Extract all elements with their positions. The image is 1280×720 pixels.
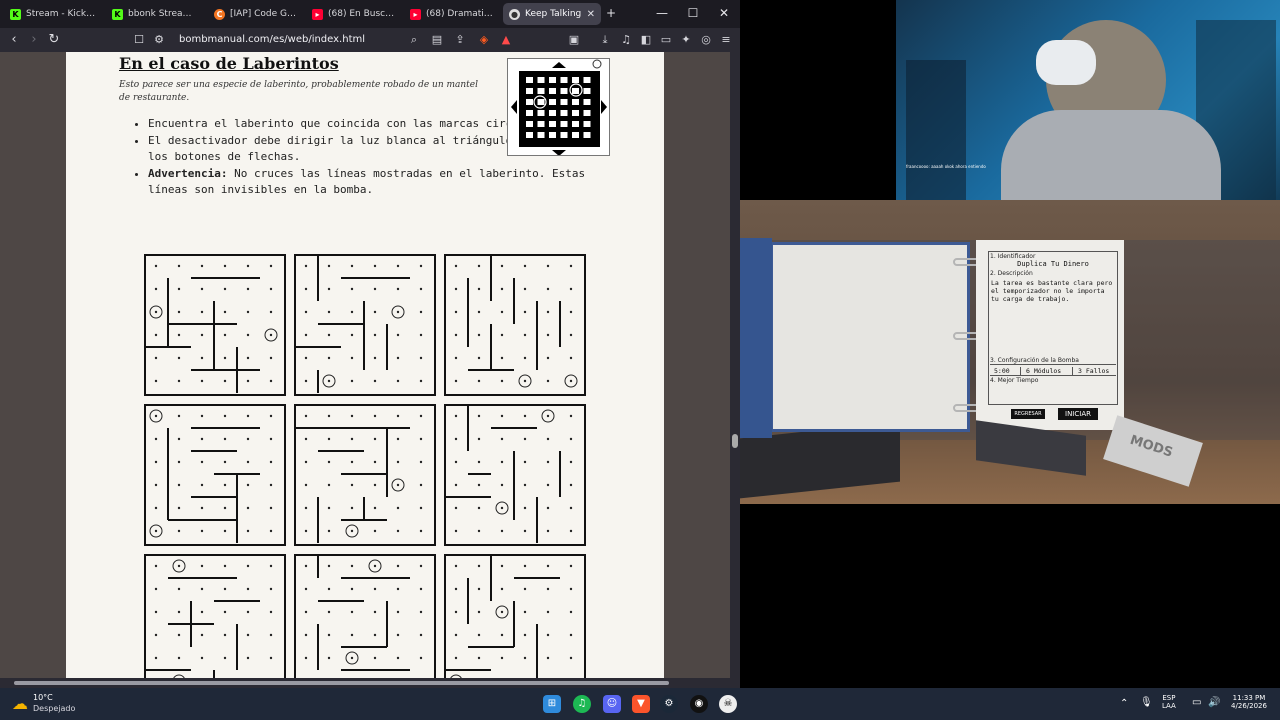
maze-set [144, 254, 586, 678]
headphones [1036, 40, 1096, 85]
reload-icon[interactable]: ↻ [45, 31, 63, 49]
youtube-icon: ▸ [410, 8, 421, 20]
youtube-icon: ▸ [312, 8, 323, 20]
spotify-icon[interactable]: ♫ [573, 695, 591, 713]
mission-name: Duplica Tu Dinero [1017, 260, 1089, 268]
webcam-feed: fraancoooo: aaaah okok ahora entiendo [896, 0, 1280, 216]
tab-bar: K Stream - Kick Dash K bbonk Stream - W … [0, 0, 740, 28]
language-indicator[interactable]: ESP LAA [1162, 694, 1176, 710]
field-label: 2. Descripción [990, 270, 1033, 277]
sidebar-toggle-icon[interactable]: ▣ [566, 32, 582, 48]
field-label: 1. Identificador [990, 253, 1036, 260]
close-window-button[interactable]: ✕ [709, 4, 739, 22]
maze-diagram [294, 554, 436, 678]
discord-icon[interactable]: ☺ [603, 695, 621, 713]
maze-diagram [144, 254, 286, 396]
brave-shield-icon[interactable]: ◈ [476, 32, 492, 48]
field-label: 3. Configuración de la Bomba [990, 357, 1079, 364]
steam-icon[interactable]: ⚙ [660, 695, 678, 713]
mission-description: La tarea es bastante clara pero el tempo… [991, 279, 1113, 303]
tab-bbonk[interactable]: K bbonk Stream - W [106, 3, 204, 25]
tab-kick-dash[interactable]: K Stream - Kick Dash [4, 3, 102, 25]
chat-caption: fraancoooo: aaaah okok ahora entiendo [906, 164, 986, 169]
game-view: 1. Identificador Duplica Tu Dinero 2. De… [740, 200, 1280, 504]
tab-label: bbonk Stream - W [128, 9, 198, 19]
web-page: En el caso de Laberintos Esto parece ser… [0, 52, 730, 678]
horizontal-scrollbar[interactable] [0, 678, 740, 688]
weather-description[interactable]: Despejado [33, 704, 75, 713]
close-tab-icon[interactable]: ✕ [587, 9, 595, 20]
weather-icon[interactable]: ☁ [10, 695, 30, 713]
taskbar: ☁ 10°C Despejado ⊞ ♫ ☺ ▼ ⚙ ◉ ☠ ⌃ 🎙 ESP LA… [0, 688, 1280, 720]
section-title: En el caso de Laberintos [119, 54, 339, 73]
tab-label: Stream - Kick Dash [26, 9, 96, 19]
list-item: Advertencia: No cruces las líneas mostra… [148, 166, 599, 199]
share-icon[interactable]: ⇪ [452, 32, 468, 48]
reader-icon[interactable]: ▤ [429, 32, 445, 48]
clock[interactable]: 11:33 PM 4/26/2026 [1225, 694, 1273, 710]
browser-window: K Stream - Kick Dash K bbonk Stream - W … [0, 0, 740, 688]
bomb-time: 5:00 [994, 367, 1010, 375]
maze-diagram [294, 254, 436, 396]
brave-icon[interactable]: ▼ [632, 695, 650, 713]
scroll-thumb[interactable] [732, 434, 738, 448]
scroll-thumb[interactable] [14, 681, 669, 685]
binder-cover [740, 238, 772, 438]
maze-diagram [294, 404, 436, 546]
rewards-icon[interactable]: ▲ [498, 32, 514, 48]
ai-icon[interactable]: ✦ [678, 32, 694, 48]
kick-icon: K [112, 8, 123, 20]
manual-page: En el caso de Laberintos Esto parece ser… [66, 52, 664, 678]
navigation-bar: ‹ › ↻ ☐ ⚙ bombmanual.com/es/web/index.ht… [0, 28, 740, 52]
binder-left-page [770, 242, 970, 432]
minimize-button[interactable]: — [647, 4, 677, 22]
tab-label: [IAP] Code Geass [230, 9, 300, 19]
warning-label: Advertencia: [148, 166, 228, 180]
maze-diagram [144, 554, 286, 678]
bomb-modules: 6 Módulos [1020, 367, 1061, 375]
maximize-button[interactable]: ☐ [678, 4, 708, 22]
field-label: 4. Mejor Tiempo [990, 377, 1039, 384]
tab-label: Keep Talking [525, 9, 582, 19]
vpn-icon[interactable]: ◎ [698, 32, 714, 48]
tab-youtube-1[interactable]: ▸ (68) En Busca de l [306, 3, 404, 25]
volume-icon[interactable]: 🔊 [1208, 697, 1220, 708]
zoom-icon[interactable]: ⌕ [406, 32, 422, 48]
mission-page: 1. Identificador Duplica Tu Dinero 2. De… [976, 240, 1124, 430]
weather-temperature[interactable]: 10°C [33, 693, 53, 702]
tab-youtube-2[interactable]: ▸ (68) Dramatic Mu [404, 3, 502, 25]
black-area [740, 0, 896, 200]
back-button[interactable]: REGRESAR [1011, 409, 1045, 419]
maze-diagram [444, 554, 586, 678]
section-intro: Esto parece ser una especie de laberinto… [119, 80, 478, 103]
tab-keep-talking[interactable]: ● Keep Talking ✕ [503, 3, 601, 25]
maze-diagram [444, 404, 586, 546]
panel-icon[interactable]: ◧ [638, 32, 654, 48]
obs-icon[interactable]: ◉ [690, 695, 708, 713]
display-icon[interactable]: ▭ [1192, 697, 1201, 708]
music-icon[interactable]: ♫ [618, 32, 634, 48]
download-icon[interactable]: ⤓ [597, 32, 613, 48]
new-tab-button[interactable]: + [596, 4, 626, 22]
tab-label: (68) En Busca de l [328, 9, 398, 19]
forward-icon[interactable]: › [25, 31, 43, 49]
crunchyroll-icon: C [214, 8, 225, 20]
maze-module-illustration [507, 58, 610, 156]
tab-label: (68) Dramatic Mu [426, 9, 496, 19]
start-button[interactable]: INICIAR [1058, 408, 1098, 420]
maze-diagram [144, 404, 286, 546]
microphone-icon[interactable]: 🎙 [1140, 697, 1153, 708]
bomb-icon: ● [509, 8, 520, 20]
kick-icon: K [10, 8, 21, 20]
tab-code-geass[interactable]: C [IAP] Code Geass [208, 3, 306, 25]
start-icon[interactable]: ⊞ [543, 695, 561, 713]
menu-icon[interactable]: ≡ [718, 32, 734, 48]
skull-app-icon[interactable]: ☠ [719, 695, 737, 713]
bomb-strikes: 3 Fallos [1072, 367, 1109, 375]
wallet-icon[interactable]: ▭ [658, 32, 674, 48]
maze-diagram [444, 254, 586, 396]
tray-overflow-icon[interactable]: ⌃ [1120, 698, 1128, 709]
vertical-scrollbar[interactable] [730, 52, 740, 678]
back-icon[interactable]: ‹ [5, 31, 23, 49]
